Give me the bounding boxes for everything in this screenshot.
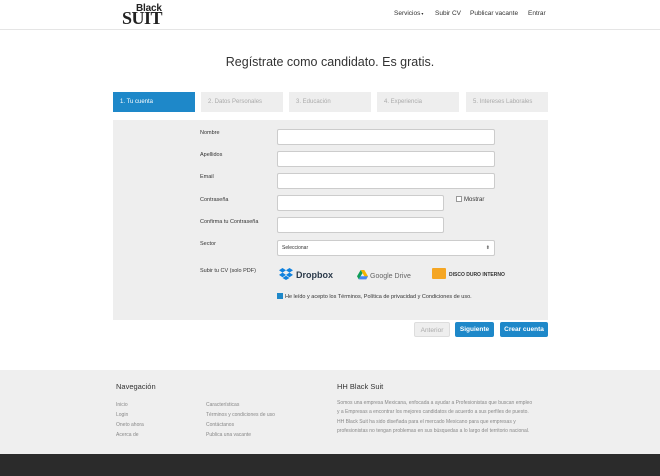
label-contrasena: Contraseña — [200, 197, 229, 203]
dropbox-upload-button[interactable]: Dropbox — [279, 268, 333, 280]
label-email: Email — [200, 174, 214, 180]
select-arrows-icon: ⬍ — [485, 245, 490, 251]
nombre-input[interactable] — [277, 129, 495, 145]
nav-publicar-vacante[interactable]: Publicar vacante — [470, 10, 518, 17]
crear-cuenta-button[interactable]: Crear cuenta — [500, 322, 548, 337]
step-tu-cuenta[interactable]: 1. Tu cuenta — [113, 92, 195, 112]
footer — [0, 370, 660, 454]
nav-subir-cv[interactable]: Subir CV — [435, 10, 461, 17]
logo-text-bottom: SUIT — [122, 8, 163, 28]
step-experiencia[interactable]: 4. Experiencia — [377, 92, 459, 112]
label-confirma-contrasena: Confirma tu Contraseña — [200, 219, 259, 225]
terms-agreement[interactable]: He leído y acepto los Términos, Política… — [277, 293, 472, 300]
label-apellidos: Apellidos — [200, 152, 223, 158]
label-nombre: Nombre — [200, 130, 220, 136]
footer-link-caracteristicas[interactable]: Características — [206, 402, 239, 408]
google-drive-upload-button[interactable]: Google Drive — [357, 270, 411, 280]
nav-entrar[interactable]: Entrar — [528, 10, 546, 17]
email-input[interactable] — [277, 173, 495, 189]
footer-about-line: y a Empresas a encontrar los mejores can… — [337, 409, 529, 415]
apellidos-input[interactable] — [277, 151, 495, 167]
footer-about-line: Somos una empresa Mexicana, enfocada a a… — [337, 400, 533, 406]
brand-logo[interactable]: Black SUIT — [122, 3, 164, 28]
footer-about-line: profesionistas no tengan problemas en su… — [337, 428, 530, 434]
confirm-password-input[interactable] — [277, 217, 444, 233]
top-navbar: Black SUIT Servicios▾ Subir CV Publicar … — [0, 0, 660, 30]
footer-link-login[interactable]: Login — [116, 412, 128, 418]
dropbox-label: Dropbox — [296, 270, 333, 280]
sector-select[interactable]: Seleccionar ⬍ — [277, 240, 495, 256]
google-drive-label: Google Drive — [370, 273, 411, 280]
nav-servicios[interactable]: Servicios▾ — [394, 10, 423, 17]
google-drive-icon — [357, 270, 368, 280]
folder-icon — [432, 268, 446, 279]
anterior-button[interactable]: Anterior — [414, 322, 450, 337]
page-title: Regístrate como candidato. Es gratis. — [225, 55, 435, 69]
bottom-bar — [0, 454, 660, 476]
footer-link-inicio[interactable]: Inicio — [116, 402, 128, 408]
footer-link-acerca-de[interactable]: Acerca de — [116, 432, 139, 438]
hard-drive-label: DISCO DURO INTERNO — [449, 272, 505, 278]
footer-link-contactanos[interactable]: Contáctanos — [206, 422, 234, 428]
footer-about-line: HH Black Suit ha sido diseñada para el m… — [337, 419, 516, 425]
show-password-checkbox[interactable] — [456, 196, 462, 202]
terms-label: He leído y acepto los Términos, Política… — [285, 294, 472, 300]
label-sector: Sector — [200, 241, 216, 247]
step-datos-personales[interactable]: 2. Datos Personales — [201, 92, 283, 112]
step-intereses-laborales[interactable]: 5. Intereses Laborales — [466, 92, 548, 112]
sector-select-value: Seleccionar — [282, 245, 309, 251]
hard-drive-upload-button[interactable]: DISCO DURO INTERNO — [432, 268, 505, 279]
footer-about-title: HH Black Suit — [337, 382, 384, 391]
footer-link-terminos[interactable]: Términos y condiciones de uso — [206, 412, 275, 418]
footer-nav-title: Navegación — [116, 382, 156, 391]
terms-checkbox[interactable] — [277, 293, 283, 299]
siguiente-button[interactable]: Siguiente — [455, 322, 494, 337]
dropbox-icon — [279, 268, 293, 280]
password-input[interactable] — [277, 195, 444, 211]
footer-link-oneto-ahora[interactable]: Oneto ahora — [116, 422, 144, 428]
caret-down-icon: ▾ — [421, 11, 424, 16]
show-password-label: Mostrar — [464, 197, 485, 203]
step-educacion[interactable]: 3. Educación — [289, 92, 371, 112]
footer-link-publica-vacante[interactable]: Publica una vacante — [206, 432, 251, 438]
show-password-toggle[interactable]: Mostrar — [456, 196, 484, 203]
label-subir-cv: Subir tu CV (solo PDF) — [200, 268, 256, 274]
